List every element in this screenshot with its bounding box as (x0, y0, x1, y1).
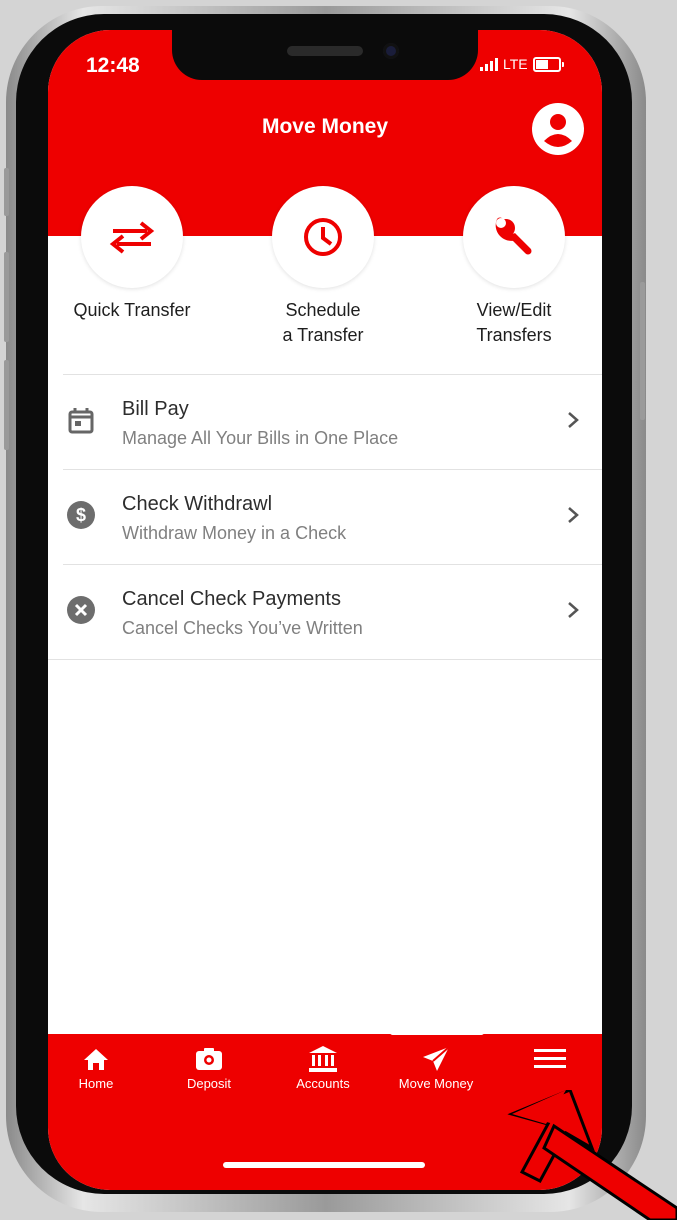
volume-down-button (4, 360, 9, 450)
tab-label: Home (78, 1076, 114, 1091)
status-indicators: LTE (480, 56, 564, 72)
divider (48, 659, 602, 660)
list-item-title: Check Withdrawl (122, 493, 273, 515)
volume-up-button (4, 252, 9, 342)
schedule-transfer-button[interactable]: Schedule a Transfer (248, 186, 398, 348)
schedule-transfer-label: Schedule a Transfer (282, 300, 364, 345)
battery-icon (532, 56, 564, 72)
menu-button[interactable] (495, 1044, 602, 1076)
bank-icon (309, 1046, 337, 1072)
svg-text:$: $ (76, 505, 86, 525)
calendar-icon (68, 408, 94, 434)
front-camera (383, 43, 399, 59)
power-button (640, 282, 645, 420)
tab-move-money[interactable]: Move Money (381, 1044, 491, 1091)
list-item-bill-pay[interactable]: Bill Pay Manage All Your Bills in One Pl… (48, 375, 602, 469)
quick-transfer-label: Quick Transfer (73, 300, 191, 320)
clock-icon (304, 218, 342, 256)
profile-button[interactable] (532, 103, 584, 155)
cancel-circle-icon (67, 596, 95, 624)
home-icon (84, 1049, 108, 1070)
view-edit-transfers-button[interactable]: View/Edit Transfers (439, 186, 589, 348)
tab-accounts[interactable]: Accounts (268, 1044, 378, 1091)
list-item-subtitle: Cancel Checks You’ve Written (122, 618, 363, 638)
annotation-arrow (507, 1090, 677, 1220)
list-item-title: Cancel Check Payments (122, 588, 341, 610)
app-screen: 12:48 LTE Move Money Quick Transfer Sche… (48, 30, 602, 1190)
speaker-grille (287, 46, 363, 56)
hamburger-menu-icon (534, 1049, 566, 1068)
quick-transfer-button[interactable]: Quick Transfer (57, 186, 207, 323)
mute-switch (4, 168, 9, 216)
tab-label: Accounts (296, 1076, 350, 1091)
status-time: 12:48 (86, 54, 140, 77)
dollar-circle-icon: $ (67, 501, 95, 529)
tab-home[interactable]: Home (48, 1044, 151, 1091)
signal-icon (480, 57, 498, 71)
send-icon (423, 1046, 450, 1071)
chevron-right-icon (568, 602, 579, 618)
tab-deposit[interactable]: Deposit (154, 1044, 264, 1091)
tab-label: Deposit (186, 1076, 232, 1091)
list-item-title: Bill Pay (122, 398, 189, 420)
page-title: Move Money (261, 115, 389, 138)
list-item-cancel-check-payments[interactable]: Cancel Check Payments Cancel Checks You’… (48, 565, 602, 659)
list-item-subtitle: Withdraw Money in a Check (122, 523, 347, 543)
tab-label: Move Money (398, 1076, 474, 1091)
person-icon (544, 114, 572, 147)
list-item-subtitle: Manage All Your Bills in One Place (122, 428, 399, 448)
transfer-arrows-icon (109, 221, 155, 254)
chevron-right-icon (568, 507, 579, 523)
list-item-check-withdrawl[interactable]: $ Check Withdrawl Withdraw Money in a Ch… (48, 470, 602, 564)
notch (172, 30, 478, 80)
wrench-icon (495, 217, 532, 255)
active-tab-indicator (390, 1030, 484, 1035)
chevron-right-icon (568, 412, 579, 428)
home-indicator (223, 1162, 425, 1168)
network-type: LTE (503, 56, 528, 72)
view-edit-transfers-label: View/Edit Transfers (476, 300, 552, 345)
camera-icon (196, 1048, 222, 1070)
